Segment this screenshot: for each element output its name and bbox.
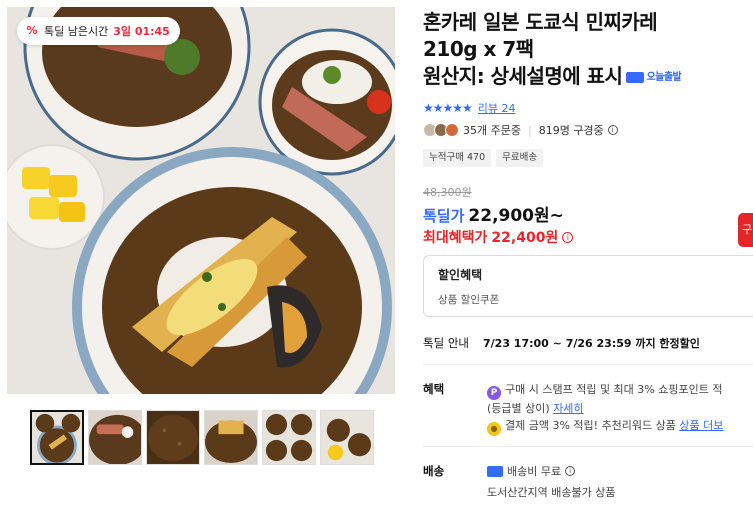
thumbnail-image [263,411,315,464]
timer-value: 3일 01:45 [113,25,170,38]
review-link[interactable]: 리뷰 24 [478,100,516,116]
rating-row: ★★★★★ 리뷰 24 [423,100,516,116]
divider [423,446,753,447]
main-product-image[interactable]: % 톡딜 남은시간 3일 01:45 [7,7,395,394]
thumbnail-1[interactable] [30,410,84,465]
today-ship-badge: 오늘출발 [626,64,682,91]
max-benefit-label: 최대혜택가 [423,230,488,246]
shipping-fee-row: 배송비 무료 i [487,463,576,479]
coupon-subtitle: 상품 할인쿠폰 [438,294,500,306]
max-benefit-row: 최대혜택가 22,400원 i [423,227,574,247]
thumbnail-image [205,411,257,464]
notice-text: 7/23 17:00 ~ 7/26 23:59 까지 한정할인 [483,337,700,350]
order-count: 35개 주문중 [463,124,521,137]
title-line-2: 210g x 7팩 [423,37,534,61]
buyer-avatars [423,123,459,137]
deal-timer-badge: % 톡딜 남은시간 3일 01:45 [17,17,180,45]
more-products-link[interactable]: 상품 더보 [679,419,723,432]
shipping-label: 배송 [423,464,445,478]
title-line-1: 혼카레 일본 도쿄식 민찌카레 [423,10,658,34]
thumbnail-image [147,411,199,464]
thumbnail-3[interactable] [146,410,200,465]
info-icon[interactable]: i [565,466,576,476]
shipping-fee: 배송비 무료 [507,465,562,478]
deal-label: 톡딜가 [423,207,465,225]
chip-cumulative-purchases: 누적구매 470 [423,149,492,167]
benefits-label: 혜택 [423,382,445,396]
thumbnail-image [32,412,82,463]
benefit-stamp-text: 구매 시 스탬프 적립 및 최대 3% 쇼핑포인트 적 [505,383,723,396]
thumbnail-image [89,411,141,464]
deal-price-row: 톡딜가 22,900원~ [423,201,564,226]
coin-icon: ● [487,422,501,436]
details-link[interactable]: 자세히 [553,402,583,415]
benefit-reward-text: 결제 금액 3% 적립! 추천리워드 상품 [505,419,676,432]
percent-icon: % [25,24,39,38]
thumbnail-6[interactable] [320,410,374,465]
title-line-3: 원산지: 상세설명에 표시 오늘출발 [423,63,753,91]
deal-notice-row: 톡딜 안내 7/23 17:00 ~ 7/26 23:59 까지 한정할인 [423,335,700,351]
coupon-title: 할인혜택 [438,268,483,282]
star-rating-icon: ★★★★★ [423,101,473,115]
original-price: 48,300원 [423,186,472,199]
buyers-row: 35개 주문중 | 819명 구경중 i [423,122,618,138]
notice-label: 톡딜 안내 [423,336,469,350]
max-benefit-price: 22,400원 [491,230,559,246]
benefit-stamp-note: (등급별 상이) [487,402,550,415]
product-title: 혼카레 일본 도쿄식 민찌카레 210g x 7팩 원산지: 상세설명에 표시 오… [423,9,753,91]
benefit-reward: ● 결제 금액 3% 적립! 추천리워드 상품 상품 더보 [487,417,723,436]
viewer-count: 819명 구경중 [538,124,604,137]
truck-icon [626,72,645,83]
purchase-button[interactable]: 구 [738,213,753,247]
timer-label: 톡딜 남은시간 [44,25,109,38]
today-ship-label: 오늘출발 [646,72,682,83]
product-chips: 누적구매 470 무료배송 [423,149,544,167]
info-icon[interactable]: i [607,125,618,135]
thumbnail-image [321,411,373,464]
thumbnail-2[interactable] [88,410,142,465]
curry-photo [7,7,395,394]
avatar [445,123,459,137]
discount-coupon-box[interactable]: 할인혜택 상품 할인쿠폰 [423,255,753,317]
deal-price: 22,900원~ [468,206,564,226]
thumbnail-strip [30,410,374,465]
thumbnail-5[interactable] [262,410,316,465]
divider: | [527,123,532,137]
shipping-note: 도서산간지역 배송불가 상품 [487,486,616,499]
truck-icon [487,465,503,477]
chip-free-shipping: 무료배송 [496,149,544,167]
thumbnail-4[interactable] [204,410,258,465]
info-icon[interactable]: i [562,231,574,243]
point-icon: P [487,386,501,400]
benefit-stamp: P 구매 시 스탬프 적립 및 최대 3% 쇼핑포인트 적 (등급별 상이) 자세… [487,381,722,417]
divider [423,364,753,365]
origin-text: 원산지: 상세설명에 표시 [423,64,623,88]
